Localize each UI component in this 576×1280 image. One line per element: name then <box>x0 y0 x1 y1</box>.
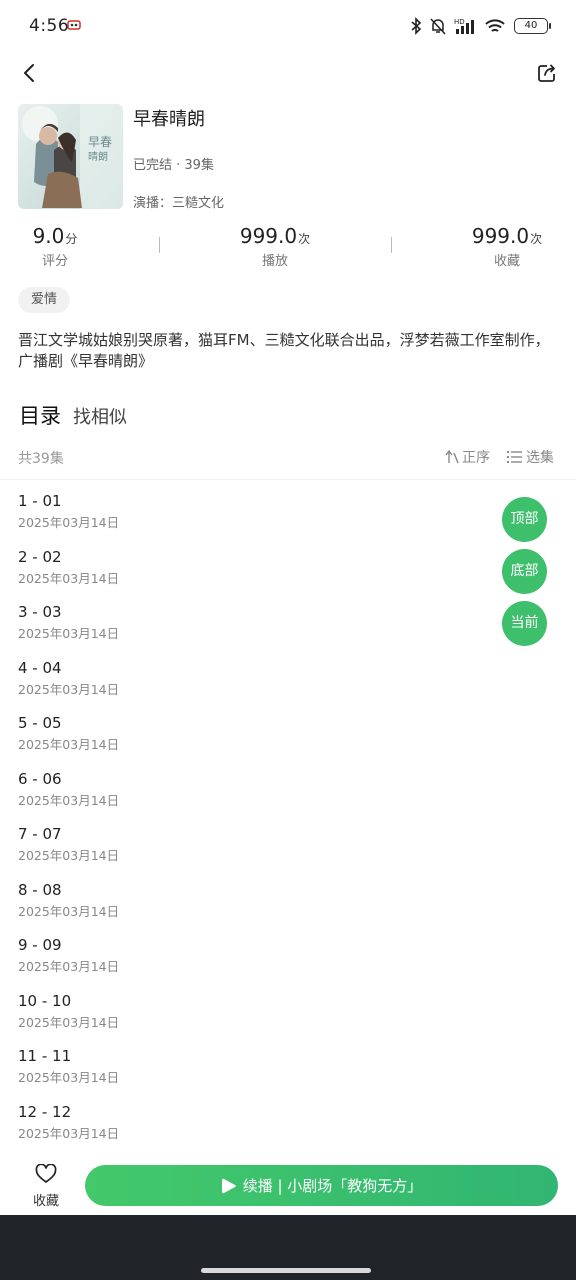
continue-play-button[interactable]: 续播 | 小剧场「教狗无方」 <box>85 1165 558 1206</box>
episode-title: 10 - 10 <box>18 991 72 1010</box>
tab-similar[interactable]: 找相似 <box>73 403 127 429</box>
episode-list: 1 - 01 2025年03月14日 2 - 02 2025年03月14日 3 - … <box>18 490 488 1156</box>
favorite-button[interactable]: 收藏 <box>26 1163 66 1209</box>
tab-catalog[interactable]: 目录 <box>19 400 61 430</box>
svg-text:早春: 早春 <box>88 135 112 149</box>
scroll-top-button[interactable]: 顶部 <box>502 497 547 542</box>
divider <box>0 479 576 480</box>
status-bar: 4:56 HD 40 <box>0 0 576 52</box>
heart-icon <box>35 1163 57 1183</box>
episode-item[interactable]: 9 - 09 2025年03月14日 <box>18 934 488 990</box>
episode-date: 2025年03月14日 <box>18 959 120 974</box>
scroll-current-button[interactable]: 当前 <box>502 601 547 646</box>
episode-title: 3 - 03 <box>18 603 62 621</box>
episode-date: 2025年03月14日 <box>18 848 120 863</box>
back-button[interactable] <box>14 58 44 88</box>
battery-icon: 40 <box>514 18 551 34</box>
order-button[interactable]: 正序 <box>445 447 490 467</box>
chevron-left-icon <box>24 64 34 82</box>
episode-date: 2025年03月14日 <box>18 681 120 697</box>
episode-title: 11 - 11 <box>18 1047 72 1065</box>
home-indicator[interactable] <box>201 1268 371 1273</box>
episode-date: 2025年03月14日 <box>18 626 120 641</box>
episode-count: 共39集 <box>18 451 64 467</box>
episode-item[interactable]: 7 - 07 2025年03月14日 <box>18 823 488 879</box>
favorite-label: 收藏 <box>32 1194 59 1209</box>
album-description: 晋江文学城姑娘别哭原著，猫耳FM、三糙文化联合出品，浮梦若薇工作室制作，广播剧《… <box>18 331 550 370</box>
order-label: 正序 <box>462 450 490 466</box>
episode-title: 4 - 04 <box>18 658 62 677</box>
episode-date: 2025年03月14日 <box>18 792 120 808</box>
episode-item[interactable]: 12 - 12 2025年03月14日 <box>18 1101 488 1157</box>
episode-title: 8 - 08 <box>18 880 62 899</box>
wifi-icon <box>485 19 505 32</box>
stat-plays: 999.0次 播放 <box>239 224 311 269</box>
svg-text:HD: HD <box>454 18 465 26</box>
play-icon <box>221 1178 236 1193</box>
episode-title: 5 - 05 <box>18 714 62 732</box>
episode-title: 6 - 06 <box>18 769 62 788</box>
episode-title: 2 - 02 <box>18 547 62 566</box>
sort-icon <box>445 449 459 464</box>
list-icon <box>507 451 522 463</box>
episode-item[interactable]: 8 - 08 2025年03月14日 <box>18 879 488 935</box>
stat-rating: 9.0分 评分 <box>32 224 78 269</box>
bluetooth-icon <box>411 17 422 35</box>
stat-divider <box>391 237 392 253</box>
share-icon <box>538 64 555 82</box>
album-status: 已完结 · 39集 <box>133 158 214 173</box>
select-label: 选集 <box>526 450 554 466</box>
select-episodes-button[interactable]: 选集 <box>507 447 554 467</box>
album-cover[interactable]: 早春 晴朗 <box>18 104 123 209</box>
episode-date: 2025年03月14日 <box>18 570 120 586</box>
genre-tag[interactable]: 爱情 <box>18 287 71 313</box>
episode-date: 2025年03月14日 <box>18 515 120 530</box>
episode-item[interactable]: 1 - 01 2025年03月14日 <box>18 490 488 546</box>
share-button[interactable] <box>532 58 562 88</box>
album-cast[interactable]: 演播：三糙文化 <box>133 192 224 211</box>
episode-date: 2025年03月14日 <box>18 1014 120 1030</box>
episode-title: 12 - 12 <box>18 1102 72 1121</box>
continue-play-label: 续播 | 小剧场「教狗无方」 <box>242 1177 423 1195</box>
episode-date: 2025年03月14日 <box>18 1070 120 1085</box>
stats-row: 9.0分 评分 999.0次 播放 999.0次 收藏 <box>0 224 576 270</box>
episode-date: 2025年03月14日 <box>18 1125 120 1141</box>
episode-date: 2025年03月14日 <box>18 737 120 752</box>
notification-icon <box>67 20 81 30</box>
episode-item[interactable]: 5 - 05 2025年03月14日 <box>18 712 488 768</box>
svg-text:晴朗: 晴朗 <box>88 150 108 163</box>
episode-title: 1 - 01 <box>18 492 62 510</box>
scroll-bottom-button[interactable]: 底部 <box>502 549 547 594</box>
episode-item[interactable]: 4 - 04 2025年03月14日 <box>18 657 488 713</box>
episode-title: 7 - 07 <box>18 825 62 843</box>
stat-divider <box>159 237 160 253</box>
episode-date: 2025年03月14日 <box>18 903 120 919</box>
episode-item[interactable]: 10 - 10 2025年03月14日 <box>18 990 488 1046</box>
stat-favorites: 999.0次 收藏 <box>471 224 543 269</box>
status-time: 4:56 <box>29 16 70 36</box>
episode-item[interactable]: 11 - 11 2025年03月14日 <box>18 1045 488 1101</box>
episode-item[interactable]: 3 - 03 2025年03月14日 <box>18 601 488 657</box>
cover-image: 早春 晴朗 <box>18 104 123 209</box>
episode-title: 9 - 09 <box>18 936 62 954</box>
mute-icon <box>430 18 446 35</box>
episode-item[interactable]: 6 - 06 2025年03月14日 <box>18 768 488 824</box>
status-icons: HD 40 <box>410 16 551 36</box>
episode-item[interactable]: 2 - 02 2025年03月14日 <box>18 546 488 602</box>
signal-icon: HD <box>454 18 474 34</box>
album-title: 早春晴朗 <box>133 109 205 130</box>
